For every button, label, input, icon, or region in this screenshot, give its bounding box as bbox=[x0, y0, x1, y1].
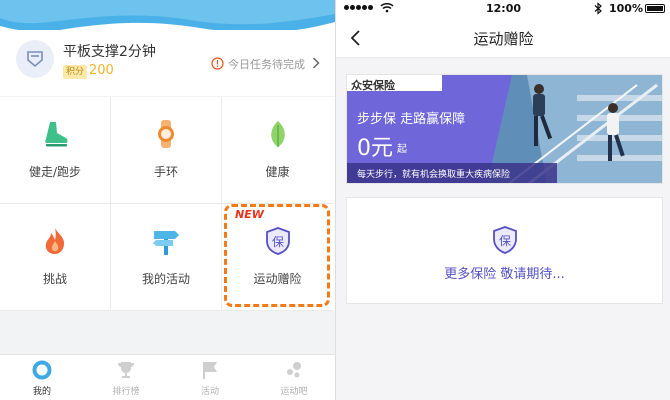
task-title: 平板支撑2分钟 bbox=[63, 44, 156, 60]
flag-icon bbox=[200, 360, 220, 380]
tab-leaderboard[interactable]: 排行榜 bbox=[84, 355, 168, 400]
navigation-bar: 运动赠险 bbox=[336, 18, 670, 58]
ring-icon bbox=[32, 360, 52, 380]
grid-item-walk-run[interactable]: 健走/跑步 bbox=[0, 97, 111, 204]
content-area: 众安保险 步步保 走路赢保障 0元 起 每天步行，就有机会换取重大疾病保险 保 … bbox=[336, 58, 670, 400]
band-icon bbox=[149, 117, 183, 151]
flame-icon bbox=[38, 224, 72, 258]
tab-sports-club[interactable]: 运动吧 bbox=[252, 355, 335, 400]
status-bar: 12:00 100% bbox=[336, 0, 670, 18]
bluetooth-icon bbox=[594, 2, 602, 15]
battery-icon bbox=[645, 4, 665, 13]
signpost-icon bbox=[149, 224, 183, 258]
battery-percent: 100% bbox=[609, 2, 643, 15]
task-pending-text: 今日任务待完成 bbox=[228, 58, 305, 71]
grid-item-health[interactable]: 健康 bbox=[222, 97, 333, 204]
grid-item-challenge[interactable]: 挑战 bbox=[0, 204, 111, 311]
shield-icon: 保 bbox=[492, 226, 517, 254]
daily-task-card[interactable]: 平板支撑2分钟 积分 200 今日任务待完成 bbox=[0, 30, 335, 96]
grid-item-my-activities[interactable]: 我的活动 bbox=[111, 204, 222, 311]
tab-label: 我的 bbox=[32, 387, 51, 397]
brand-logo: 众安保险 bbox=[351, 79, 395, 92]
banner-price: 0元 bbox=[357, 136, 393, 161]
grid-item-label: 健康 bbox=[265, 165, 290, 179]
grid-item-label: 手环 bbox=[153, 165, 178, 179]
banner-price-suffix: 起 bbox=[397, 144, 407, 155]
points-value: 200 bbox=[89, 63, 114, 78]
leaf-icon bbox=[261, 117, 295, 151]
grid-item-label: 挑战 bbox=[42, 272, 67, 286]
alert-icon bbox=[211, 57, 224, 70]
tab-mine[interactable]: 我的 bbox=[0, 355, 84, 400]
bottom-tab-bar: 我的 排行榜 活动 运动吧 bbox=[0, 354, 335, 400]
tab-label: 排行榜 bbox=[112, 387, 140, 397]
banner-caption: 每天步行，就有机会换取重大疾病保险 bbox=[357, 170, 511, 180]
bubbles-icon bbox=[284, 360, 304, 380]
insurance-banner[interactable]: 众安保险 步步保 走路赢保障 0元 起 每天步行，就有机会换取重大疾病保险 bbox=[346, 74, 663, 184]
tab-label: 运动吧 bbox=[280, 387, 308, 397]
page-title: 运动赠险 bbox=[473, 30, 534, 48]
insurance-screen: 12:00 100% 运动赠险 众安保险 步步保 走路赢保障 0元 起 每天步行… bbox=[335, 0, 670, 400]
more-insurance-card: 保 更多保险 敬请期待... bbox=[346, 197, 663, 304]
grid-item-label: 健走/跑步 bbox=[28, 165, 82, 179]
trophy-icon bbox=[116, 360, 136, 380]
task-badge-icon bbox=[16, 40, 54, 78]
shoe-icon bbox=[38, 117, 72, 151]
grid-item-band[interactable]: 手环 bbox=[111, 97, 222, 204]
points-badge: 积分 bbox=[63, 65, 88, 79]
chevron-right-icon[interactable] bbox=[312, 57, 320, 69]
more-insurance-text: 更多保险 敬请期待... bbox=[444, 267, 565, 282]
tab-activities[interactable]: 活动 bbox=[168, 355, 252, 400]
tab-label: 活动 bbox=[200, 387, 219, 397]
home-screen: 平板支撑2分钟 积分 200 今日任务待完成 健走/跑步 手环 健康 挑战 我的… bbox=[0, 0, 335, 400]
new-badge: NEW bbox=[235, 208, 264, 221]
grid-item-label: 我的活动 bbox=[141, 272, 190, 286]
svg-text:保: 保 bbox=[498, 234, 510, 248]
banner-title: 步步保 走路赢保障 bbox=[357, 112, 466, 127]
